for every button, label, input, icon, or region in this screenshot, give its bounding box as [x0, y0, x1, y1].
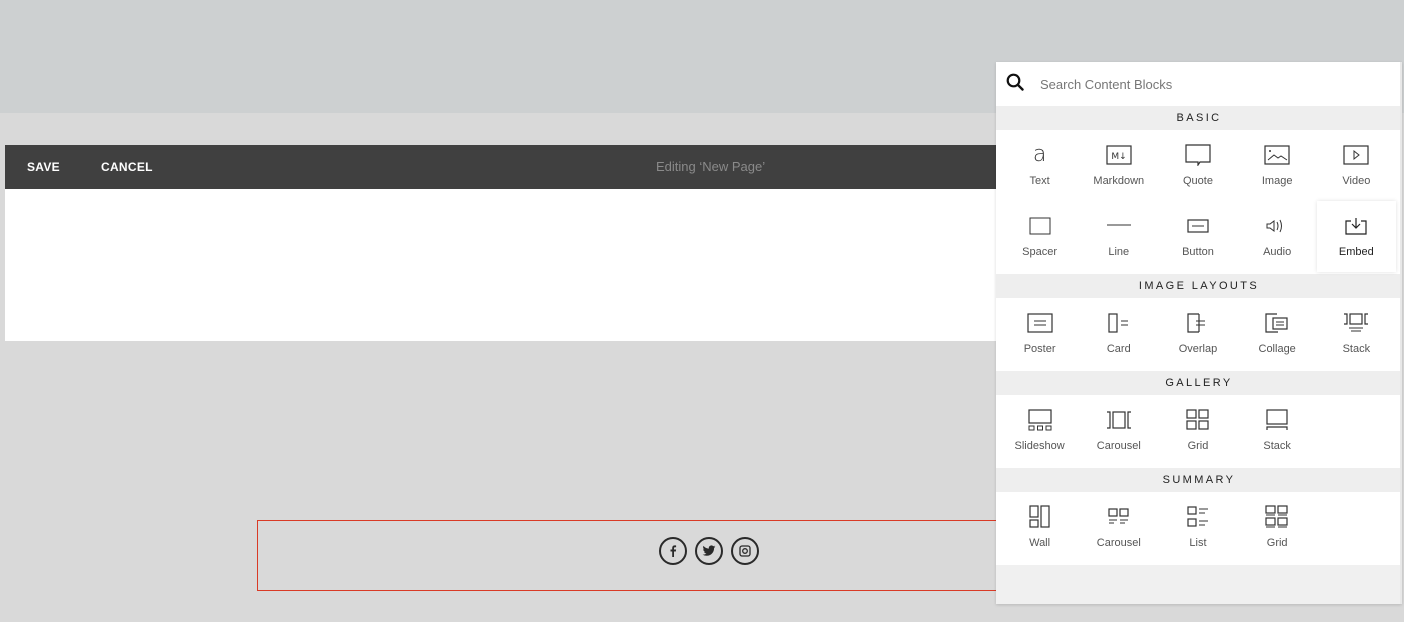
- block-label: Slideshow: [1014, 440, 1065, 452]
- block-collage[interactable]: Collage: [1238, 298, 1317, 369]
- section-header-summary: SUMMARY: [996, 468, 1402, 492]
- block-label: Card: [1106, 343, 1131, 355]
- block-spacer[interactable]: Spacer: [1000, 201, 1079, 272]
- wall-icon: [1028, 505, 1051, 528]
- svg-text:M↓: M↓: [1111, 152, 1126, 162]
- section-header-gallery: GALLERY: [996, 371, 1402, 395]
- block-stack-layout[interactable]: Stack: [1317, 298, 1396, 369]
- editor-area: SAVE CANCEL Editing ‘New Page’: [5, 145, 1005, 341]
- list-icon: [1187, 506, 1209, 528]
- block-label: List: [1189, 537, 1207, 549]
- block-gallery-stack[interactable]: Stack: [1238, 395, 1317, 466]
- block-card[interactable]: Card: [1079, 298, 1158, 369]
- gallery-grid-icon: [1186, 409, 1210, 431]
- block-label: Video: [1342, 175, 1371, 187]
- card-icon: [1108, 312, 1130, 334]
- editor-toolbar: SAVE CANCEL Editing ‘New Page’: [5, 145, 1005, 189]
- block-poster[interactable]: Poster: [1000, 298, 1079, 369]
- block-markdown[interactable]: M↓ Markdown: [1079, 130, 1158, 201]
- line-icon: [1106, 215, 1132, 237]
- search-input[interactable]: [1040, 76, 1370, 92]
- block-label: Audio: [1263, 246, 1292, 258]
- section-summary: Wall Carousel List Grid: [996, 492, 1402, 565]
- search-icon: [1006, 73, 1024, 96]
- section-header-image-layouts: IMAGE LAYOUTS: [996, 274, 1402, 298]
- block-label: Button: [1182, 246, 1214, 258]
- editing-title: Editing ‘New Page’: [656, 159, 766, 174]
- block-quote[interactable]: Quote: [1158, 130, 1237, 201]
- block-image[interactable]: Image: [1238, 130, 1317, 201]
- block-label: Collage: [1258, 343, 1296, 355]
- block-line[interactable]: Line: [1079, 201, 1158, 272]
- image-icon: [1264, 144, 1290, 166]
- section-gallery: Slideshow Carousel Grid Stack: [996, 395, 1402, 468]
- section-basic: a Text M↓ Markdown Quote Image Video Spa…: [996, 130, 1402, 274]
- panel-scrollbar[interactable]: [1400, 62, 1402, 604]
- social-links: [659, 537, 759, 565]
- spacer-icon: [1029, 215, 1051, 237]
- button-icon: [1187, 215, 1209, 237]
- markdown-icon: M↓: [1106, 144, 1132, 166]
- audio-icon: [1265, 215, 1289, 237]
- block-label: Quote: [1182, 175, 1213, 187]
- block-button[interactable]: Button: [1158, 201, 1237, 272]
- collage-icon: [1265, 312, 1289, 334]
- save-button[interactable]: SAVE: [27, 160, 60, 174]
- block-text[interactable]: a Text: [1000, 130, 1079, 201]
- instagram-icon[interactable]: [731, 537, 759, 565]
- block-summary-carousel[interactable]: Carousel: [1079, 492, 1158, 563]
- block-label: Poster: [1023, 343, 1056, 355]
- cancel-button[interactable]: CANCEL: [101, 160, 153, 174]
- footer-block-outline[interactable]: [257, 520, 1017, 591]
- block-label: Embed: [1338, 246, 1374, 258]
- block-label: Carousel: [1096, 440, 1141, 452]
- overlap-icon: [1187, 312, 1209, 334]
- content-blocks-panel: BASIC a Text M↓ Markdown Quote Image Vid…: [996, 62, 1402, 604]
- video-icon: [1343, 144, 1369, 166]
- block-label: Overlap: [1178, 343, 1218, 355]
- block-audio[interactable]: Audio: [1238, 201, 1317, 272]
- gallery-carousel-icon: [1106, 409, 1132, 431]
- block-label: Markdown: [1093, 175, 1145, 187]
- slideshow-icon: [1027, 409, 1052, 431]
- quote-icon: [1185, 144, 1211, 166]
- stack-layout-icon: [1343, 312, 1369, 334]
- block-wall[interactable]: Wall: [1000, 492, 1079, 563]
- block-gallery-grid[interactable]: Grid: [1158, 395, 1237, 466]
- poster-icon: [1026, 312, 1053, 334]
- block-slideshow[interactable]: Slideshow: [1000, 395, 1079, 466]
- summary-carousel-icon: [1108, 506, 1130, 528]
- block-overlap[interactable]: Overlap: [1158, 298, 1237, 369]
- block-label: Grid: [1266, 537, 1288, 549]
- gallery-stack-icon: [1265, 409, 1289, 431]
- block-list[interactable]: List: [1158, 492, 1237, 563]
- section-image-layouts: Poster Card Overlap Collage Stack: [996, 298, 1402, 371]
- block-label: Text: [1029, 175, 1050, 187]
- summary-grid-icon: [1265, 505, 1289, 528]
- block-label: Line: [1108, 246, 1130, 258]
- block-label: Carousel: [1096, 537, 1141, 549]
- block-embed[interactable]: Embed: [1316, 201, 1396, 272]
- embed-icon: [1345, 215, 1367, 237]
- text-icon: a: [1032, 142, 1047, 167]
- facebook-icon[interactable]: [659, 537, 687, 565]
- block-label: Grid: [1187, 440, 1209, 452]
- twitter-icon[interactable]: [695, 537, 723, 565]
- block-label: Stack: [1342, 343, 1371, 355]
- search-bar: [996, 62, 1402, 106]
- block-label: Wall: [1029, 537, 1051, 549]
- block-label: Spacer: [1022, 246, 1058, 258]
- section-header-basic: BASIC: [996, 106, 1402, 130]
- block-label: Image: [1261, 175, 1293, 187]
- block-video[interactable]: Video: [1317, 130, 1396, 201]
- block-gallery-carousel[interactable]: Carousel: [1079, 395, 1158, 466]
- block-summary-grid[interactable]: Grid: [1238, 492, 1317, 563]
- block-label: Stack: [1263, 440, 1291, 452]
